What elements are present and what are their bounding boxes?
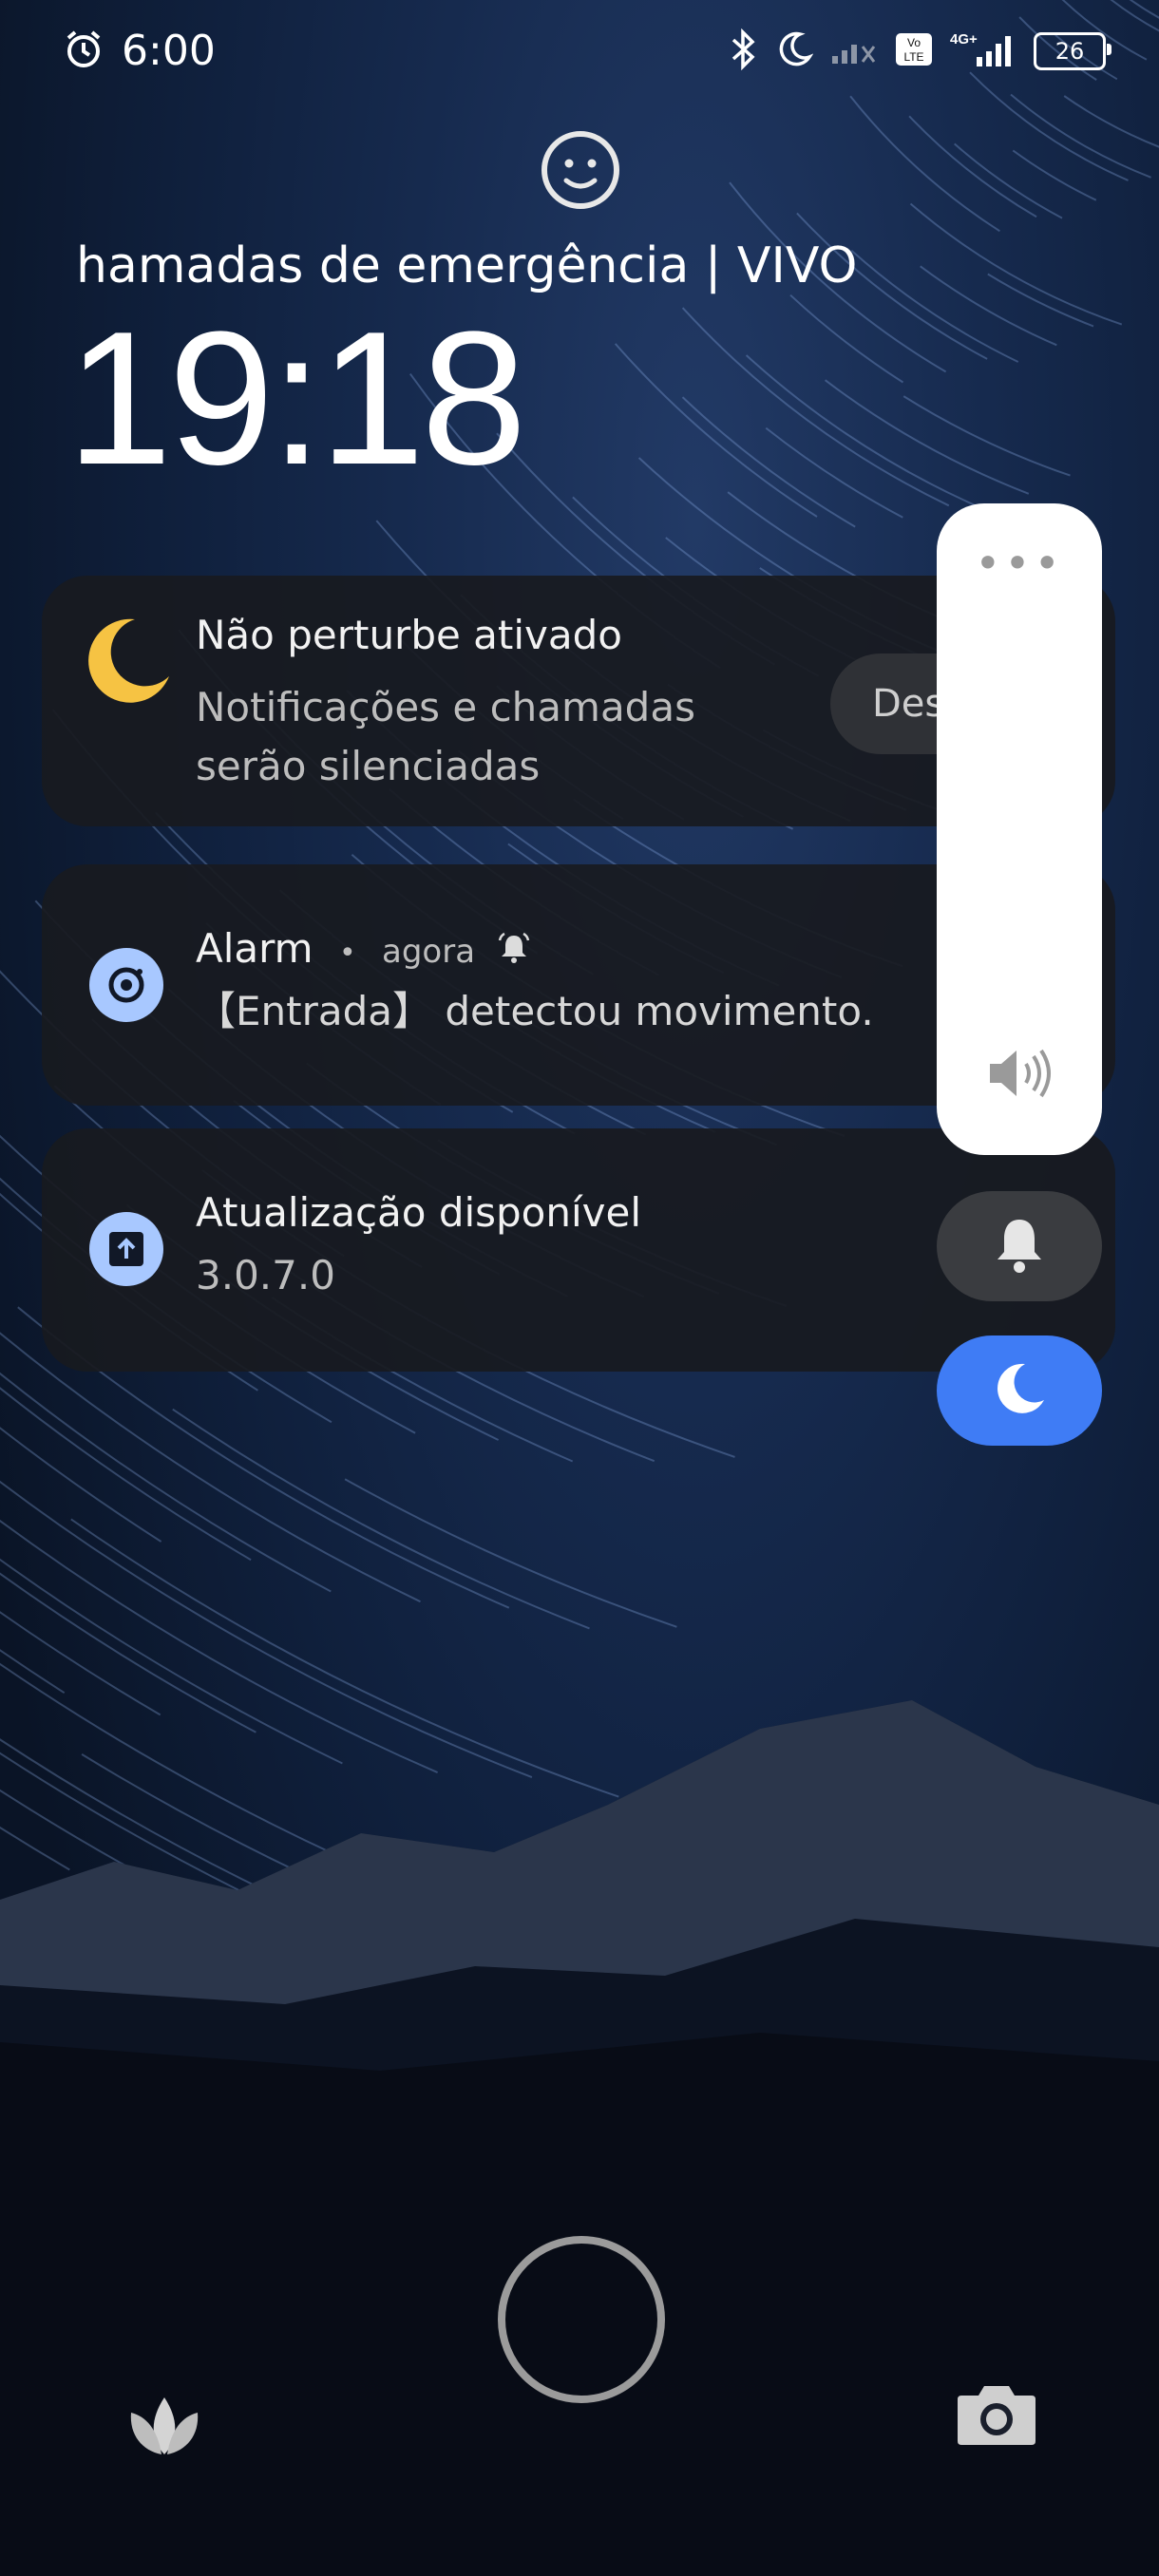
star-trail [1063, 95, 1159, 148]
status-time: 6:00 [122, 27, 216, 75]
leaf-icon[interactable] [124, 2384, 205, 2460]
dnd-body-line2: serão silenciadas [196, 743, 541, 789]
dnd-body-line1: Notificações e chamadas [196, 684, 695, 730]
dnd-title: Não perturbe ativado [196, 612, 622, 658]
bell-icon [991, 1214, 1048, 1279]
update-version: 3.0.7.0 [196, 1252, 335, 1298]
more-options-button[interactable]: ••• [937, 541, 1102, 585]
star-trail [681, 396, 856, 528]
star-trail [70, 1518, 619, 1798]
camera-target-icon [89, 948, 163, 1022]
star-trail [789, 294, 904, 384]
camera-icon[interactable] [956, 2378, 1037, 2453]
unlock-ring[interactable] [498, 2236, 665, 2403]
moon-icon [991, 1360, 1048, 1421]
star-trail [0, 1572, 256, 1733]
star-trail [0, 1480, 533, 1779]
svg-text:LTE: LTE [903, 50, 923, 64]
4g-plus-signal-icon: 4G+ [950, 30, 1016, 72]
upload-icon [89, 1212, 163, 1286]
star-trail [172, 1408, 590, 1630]
moon-icon [80, 614, 175, 712]
status-bar: 6:00 Vo LTE 4G+ 26 [0, 0, 1159, 104]
star-trail [0, 1610, 162, 1716]
face-unlock-icon[interactable] [538, 127, 623, 217]
battery-icon: 26 [1034, 32, 1112, 70]
svg-text:4G+: 4G+ [950, 31, 978, 47]
star-trail [908, 115, 1037, 218]
speaker-icon [986, 1045, 1054, 1106]
star-trail [614, 343, 818, 518]
signal-off-icon [830, 33, 878, 69]
alarm-time: agora [382, 933, 476, 971]
star-trail [344, 1478, 677, 1628]
star-trail [824, 379, 1030, 495]
moon-icon [775, 30, 814, 72]
star-trail [902, 395, 1071, 477]
alarm-clock-icon [63, 28, 104, 74]
dnd-mode-button[interactable] [937, 1335, 1102, 1446]
alarm-app-name: Alarm [196, 925, 314, 972]
svg-text:Vo: Vo [907, 36, 921, 49]
star-trail [954, 142, 1063, 219]
carrier-text: hamadas de emergência | VIVO [76, 237, 858, 294]
star-trail [745, 354, 986, 511]
lock-clock: 19:18 [66, 293, 526, 504]
alarm-body: 【Entrada】 detectou movimento. [196, 988, 874, 1034]
ring-mode-button[interactable] [937, 1191, 1102, 1301]
volte-icon: Vo LTE [895, 32, 933, 70]
star-trail [681, 307, 950, 507]
bell-ring-icon [497, 928, 531, 975]
meta-separator: • [338, 937, 356, 970]
update-title: Atualização disponível [196, 1189, 642, 1236]
star-trail [0, 1789, 172, 1892]
bluetooth-icon [730, 28, 758, 74]
battery-level: 26 [1054, 38, 1085, 65]
volume-slider[interactable]: ••• [937, 503, 1102, 1155]
star-trail [765, 426, 903, 519]
